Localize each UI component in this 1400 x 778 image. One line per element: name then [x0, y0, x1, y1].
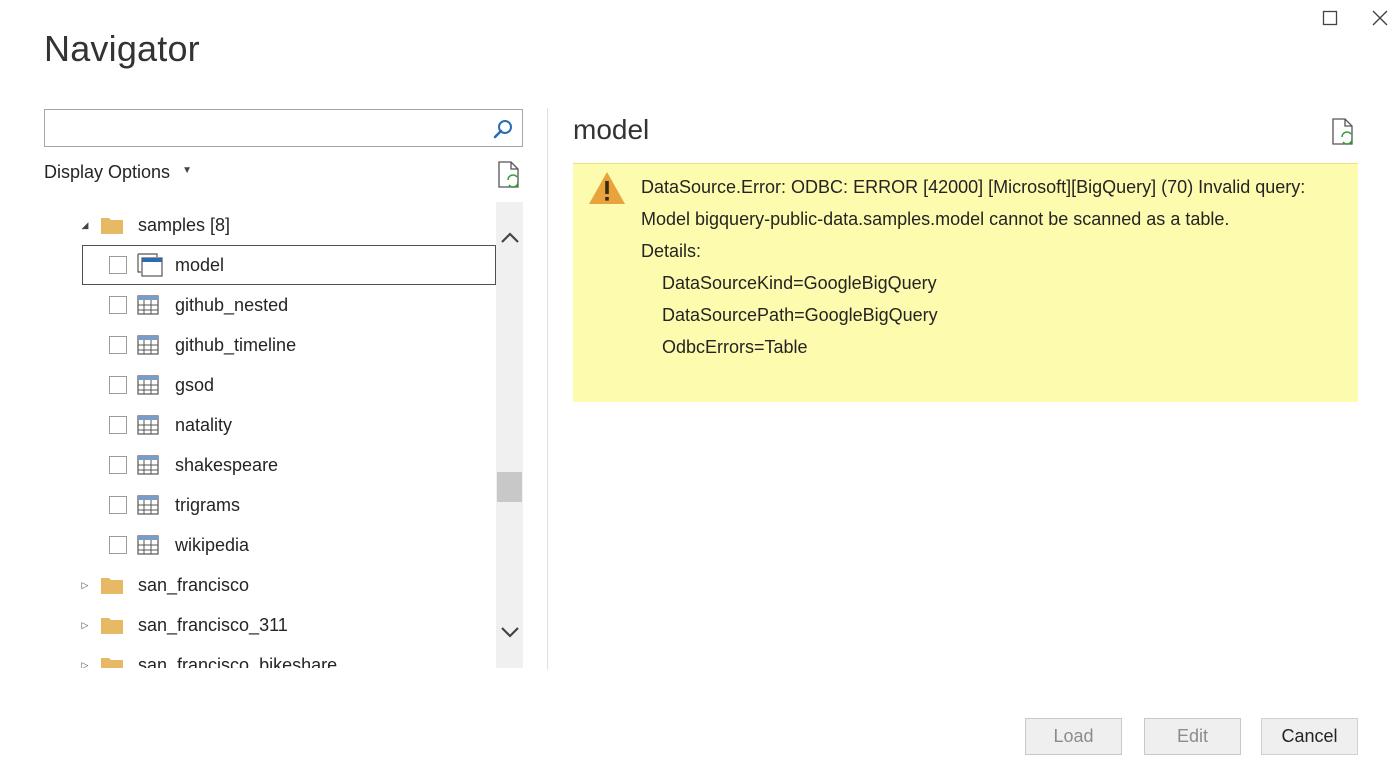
tree-folder-samples[interactable]: ◢ samples [8]: [44, 205, 496, 245]
checkbox[interactable]: [109, 336, 127, 354]
tree-item-trigrams[interactable]: trigrams: [44, 485, 496, 525]
tree-item-label: github_nested: [175, 294, 289, 315]
chevron-up-icon: [500, 232, 519, 243]
maximize-button[interactable]: [1318, 6, 1342, 30]
folder-icon: [101, 218, 123, 234]
edit-button[interactable]: Edit: [1144, 718, 1241, 755]
error-details-label: Details:: [641, 241, 702, 261]
checkbox[interactable]: [109, 456, 127, 474]
table-icon: [137, 535, 159, 555]
search-input[interactable]: [45, 110, 485, 146]
tree-item-github-timeline[interactable]: github_timeline: [44, 325, 496, 365]
refresh-icon[interactable]: [496, 161, 522, 189]
dialog-title: Navigator: [44, 28, 200, 69]
tree-scrollbar[interactable]: [496, 202, 523, 668]
tree-item-label: wikipedia: [175, 534, 250, 555]
tree-item-label: san_francisco: [138, 574, 250, 595]
table-icon: [137, 295, 159, 315]
tree-folder-san-francisco-311[interactable]: ▷ san_francisco_311: [44, 605, 496, 645]
tree-item-label: github_timeline: [175, 334, 297, 355]
maximize-icon: [1322, 10, 1338, 26]
warning-icon: [589, 172, 625, 204]
scroll-down-button[interactable]: [496, 616, 523, 650]
tree-item-label: natality: [175, 414, 233, 435]
table-icon: [137, 335, 159, 355]
preview-title: model: [573, 114, 650, 145]
model-icon: [137, 253, 163, 277]
tree-item-label: shakespeare: [175, 454, 279, 475]
pane-divider: [547, 108, 548, 670]
expand-icon[interactable]: ▷: [80, 579, 90, 591]
display-options-dropdown[interactable]: Display Options ▼: [44, 162, 192, 183]
checkbox[interactable]: [109, 416, 127, 434]
folder-icon: [101, 618, 123, 634]
tree-item-label: gsod: [175, 374, 215, 395]
chevron-down-icon: [500, 627, 519, 638]
collapse-icon[interactable]: ◢: [80, 219, 90, 231]
close-button[interactable]: [1368, 6, 1392, 30]
table-icon: [137, 415, 159, 435]
error-detail: DataSourceKind=GoogleBigQuery: [662, 273, 937, 293]
scroll-up-button[interactable]: [496, 220, 523, 254]
load-button[interactable]: Load: [1025, 718, 1122, 755]
tree-item-natality[interactable]: natality: [44, 405, 496, 445]
tree-item-model[interactable]: model: [82, 245, 496, 285]
expand-icon[interactable]: ▷: [80, 659, 90, 669]
tree-item-label: samples [8]: [138, 214, 231, 235]
tree-item-gsod[interactable]: gsod: [44, 365, 496, 405]
navigator-tree: ◢ samples [8] model github_nested github…: [44, 202, 496, 668]
checkbox[interactable]: [109, 296, 127, 314]
tree-folder-san-francisco-bikeshare[interactable]: ▷ san_francisco_bikeshare: [44, 645, 496, 668]
tree-folder-san-francisco[interactable]: ▷ san_francisco: [44, 565, 496, 605]
table-icon: [137, 455, 159, 475]
table-icon: [137, 375, 159, 395]
chevron-down-icon: ▼: [182, 165, 192, 176]
checkbox[interactable]: [109, 536, 127, 554]
tree-item-wikipedia[interactable]: wikipedia: [44, 525, 496, 565]
checkbox[interactable]: [109, 376, 127, 394]
tree-item-label: san_francisco_bikeshare: [138, 654, 338, 669]
folder-icon: [101, 658, 123, 668]
checkbox[interactable]: [109, 256, 127, 274]
scroll-thumb[interactable]: [497, 472, 522, 502]
error-text: DataSource.Error: ODBC: ERROR [42000] [M…: [641, 177, 1306, 197]
tree-item-label: trigrams: [175, 494, 241, 515]
tree-item-label: san_francisco_311: [138, 614, 288, 635]
checkbox[interactable]: [109, 496, 127, 514]
error-detail: OdbcErrors=Table: [662, 337, 808, 357]
tree-item-label: model: [175, 254, 225, 275]
tree-item-shakespeare[interactable]: shakespeare: [44, 445, 496, 485]
error-message-box: DataSource.Error: ODBC: ERROR [42000] [M…: [573, 163, 1358, 402]
table-icon: [137, 495, 159, 515]
search-icon[interactable]: [490, 116, 516, 142]
error-text: Model bigquery-public-data.samples.model…: [641, 209, 1230, 229]
display-options-label: Display Options: [44, 162, 171, 182]
tree-item-github-nested[interactable]: github_nested: [44, 285, 496, 325]
expand-icon[interactable]: ▷: [80, 619, 90, 631]
close-icon: [1372, 10, 1388, 26]
refresh-icon[interactable]: [1330, 118, 1356, 146]
error-detail: DataSourcePath=GoogleBigQuery: [662, 305, 938, 325]
search-box: [44, 109, 523, 147]
cancel-button[interactable]: Cancel: [1261, 718, 1358, 755]
folder-icon: [101, 578, 123, 594]
